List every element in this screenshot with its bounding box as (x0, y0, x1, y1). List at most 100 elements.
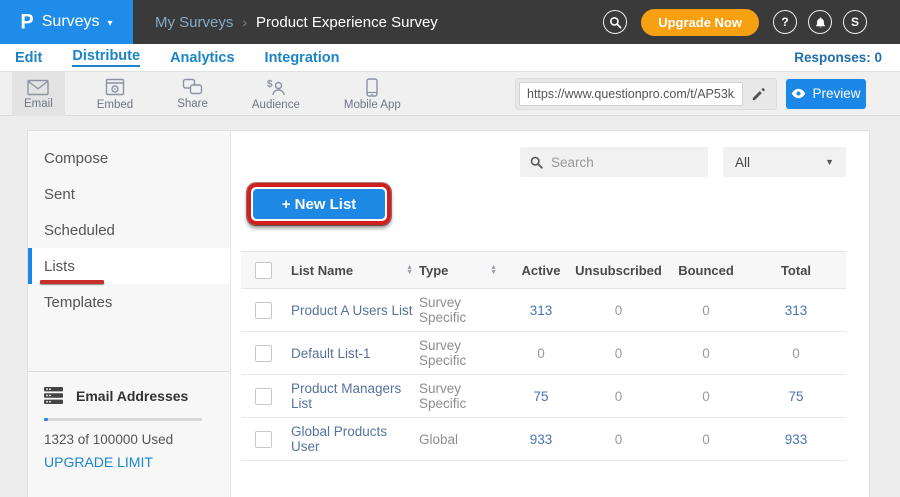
sidebar-item-label: Templates (44, 294, 112, 311)
upgrade-limit-link[interactable]: UPGRADE LIMIT (44, 454, 153, 470)
toolbar-tab-mobile-app[interactable]: Mobile App (332, 72, 413, 116)
sidebar-item-lists[interactable]: Lists (28, 248, 230, 284)
search-input[interactable] (551, 155, 691, 170)
filter-value: All (735, 155, 750, 170)
toolbar-tab-share[interactable]: Share (165, 72, 220, 116)
embed-icon (105, 78, 125, 97)
list-type: Global (419, 432, 458, 447)
sidebar-item-compose[interactable]: Compose (28, 140, 230, 176)
avatar[interactable]: S (843, 10, 867, 34)
sort-icon[interactable]: ▲▼ (490, 265, 497, 275)
email-addresses-title: Email Addresses (76, 388, 188, 404)
page-body: Compose Sent Scheduled Lists Templates E… (0, 116, 900, 497)
edit-url-button[interactable] (743, 87, 773, 101)
bounced-count: 0 (666, 432, 746, 447)
list-type: Survey Specific (419, 381, 497, 411)
help-icon[interactable]: ? (773, 10, 797, 34)
total-count[interactable]: 313 (746, 303, 846, 318)
survey-url-input[interactable] (519, 82, 743, 106)
sidebar-item-label: Lists (44, 258, 75, 275)
bounced-count: 0 (666, 389, 746, 404)
distribute-sidebar: Compose Sent Scheduled Lists Templates E… (28, 131, 231, 497)
sidebar-item-scheduled[interactable]: Scheduled (28, 212, 230, 248)
tab-analytics[interactable]: Analytics (170, 50, 234, 66)
sidebar-item-label: Compose (44, 150, 108, 167)
eye-icon (791, 88, 806, 99)
annotation-red-ring: + New List (247, 183, 391, 225)
list-name-link[interactable]: Product Managers List (291, 381, 413, 411)
list-name-link[interactable]: Global Products User (291, 424, 413, 454)
row-checkbox[interactable] (255, 302, 272, 319)
select-all-checkbox[interactable] (255, 262, 272, 279)
active-count[interactable]: 933 (511, 432, 571, 447)
tab-integration[interactable]: Integration (265, 50, 340, 66)
active-count[interactable]: 313 (511, 303, 571, 318)
row-checkbox[interactable] (255, 388, 272, 405)
bell-icon[interactable] (808, 10, 832, 34)
survey-title: Product Experience Survey (256, 14, 438, 31)
sidebar-item-sent[interactable]: Sent (28, 176, 230, 212)
usage-text: 1323 of 100000 Used (44, 432, 214, 447)
breadcrumb-my-surveys[interactable]: My Surveys (155, 14, 233, 31)
col-header-type[interactable]: Type (419, 263, 448, 278)
preview-button[interactable]: Preview (786, 79, 866, 109)
list-type: Survey Specific (419, 295, 497, 325)
chevron-down-icon: ▼ (825, 157, 834, 167)
bounced-count: 0 (666, 303, 746, 318)
survey-url-group (515, 78, 777, 110)
table-header-row: List Name ▲▼ Type ▲▼ Active Unsubscribed… (241, 251, 846, 289)
list-name-link[interactable]: Default List-1 (291, 346, 371, 361)
total-count[interactable]: 933 (746, 432, 846, 447)
list-filter-dropdown[interactable]: All ▼ (723, 147, 846, 177)
col-header-active: Active (511, 263, 571, 278)
unsubscribed-count: 0 (571, 303, 666, 318)
surveys-menu-label: Surveys (42, 13, 100, 31)
breadcrumb-separator-icon: › (242, 14, 247, 30)
share-icon (182, 78, 203, 96)
search-icon[interactable] (603, 10, 627, 34)
new-list-button[interactable]: + New List (253, 189, 385, 219)
sidebar-item-label: Sent (44, 186, 75, 203)
list-type: Survey Specific (419, 338, 497, 368)
toolbar-tab-label: Mobile App (344, 99, 401, 111)
row-checkbox[interactable] (255, 345, 272, 362)
toolbar-tab-label: Share (177, 98, 208, 110)
sidebar-item-templates[interactable]: Templates (28, 284, 230, 320)
pencil-icon (751, 87, 765, 101)
active-count: 0 (511, 346, 571, 361)
sort-icon[interactable]: ▲▼ (406, 265, 413, 275)
table-row: Default List-1 Survey Specific 0 0 0 0 (241, 332, 846, 375)
list-name-link[interactable]: Product A Users List (291, 303, 413, 318)
lists-table: List Name ▲▼ Type ▲▼ Active Unsubscribed… (241, 251, 846, 461)
toolbar-tab-label: Embed (97, 99, 133, 111)
table-row: Global Products User Global 933 0 0 933 (241, 418, 846, 461)
row-checkbox[interactable] (255, 431, 272, 448)
envelope-icon (27, 79, 49, 96)
toolbar-tab-audience[interactable]: $ Audience (240, 72, 312, 116)
toolbar-tab-embed[interactable]: Embed (85, 72, 145, 116)
unsubscribed-count: 0 (571, 389, 666, 404)
questionpro-logo-icon: P (20, 10, 33, 34)
surveys-menu-button[interactable]: P Surveys ▾ (0, 0, 133, 44)
tab-edit[interactable]: Edit (15, 50, 42, 66)
tab-distribute[interactable]: Distribute (72, 48, 140, 67)
search-box (520, 147, 708, 177)
col-header-bounced: Bounced (666, 263, 746, 278)
toolbar-tab-email[interactable]: Email (12, 72, 65, 116)
toolbar-tab-label: Email (24, 98, 53, 110)
lists-content: All ▼ + New List List Name ▲▼ Type ▲▼ (231, 131, 870, 497)
bounced-count: 0 (666, 346, 746, 361)
breadcrumb: My Surveys › Product Experience Survey (155, 14, 438, 31)
email-lists-card: Compose Sent Scheduled Lists Templates E… (27, 130, 870, 497)
total-count[interactable]: 75 (746, 389, 846, 404)
table-row: Product A Users List Survey Specific 313… (241, 289, 846, 332)
col-header-list-name[interactable]: List Name (291, 263, 353, 278)
upgrade-now-button[interactable]: Upgrade Now (641, 9, 759, 36)
active-count[interactable]: 75 (511, 389, 571, 404)
responses-count: Responses: 0 (794, 50, 882, 65)
audience-icon: $ (265, 78, 286, 97)
list-stack-icon (44, 387, 63, 404)
email-addresses-section: Email Addresses 1323 of 100000 Used UPGR… (28, 371, 230, 472)
table-row: Product Managers List Survey Specific 75… (241, 375, 846, 418)
search-icon (530, 156, 543, 169)
